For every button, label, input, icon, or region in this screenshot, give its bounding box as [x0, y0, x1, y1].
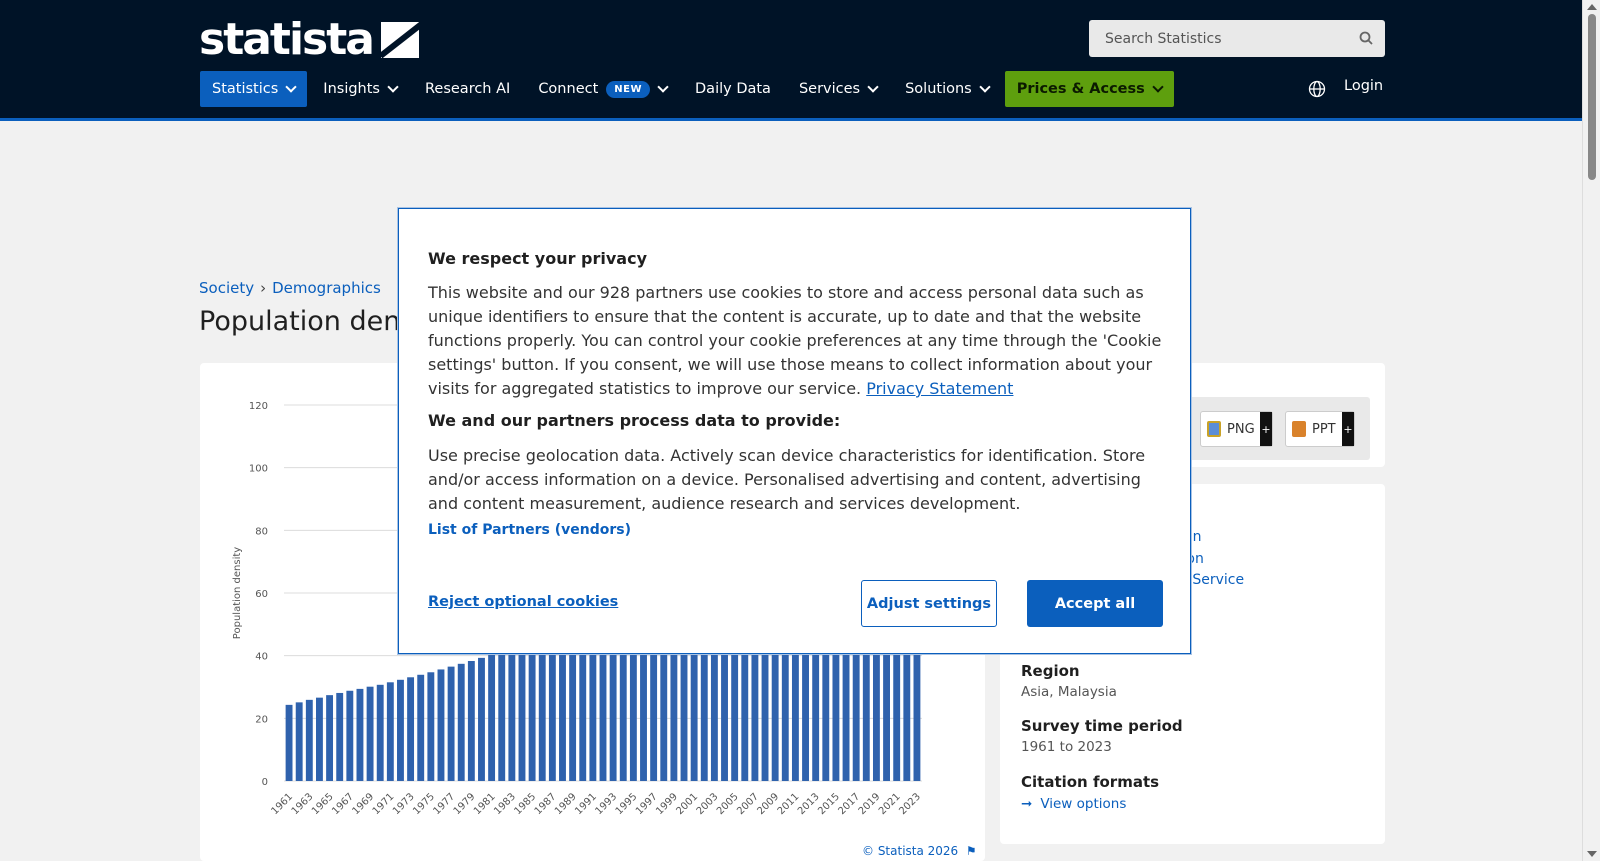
dialog-body-text: This website and our 928 partners use co…: [428, 283, 1162, 398]
privacy-statement-link[interactable]: Privacy Statement: [866, 379, 1013, 398]
dialog-subtitle: We and our partners process data to prov…: [428, 411, 841, 430]
scroll-up-icon[interactable]: [1587, 4, 1597, 10]
cookie-consent-dialog: We respect your privacy This website and…: [398, 208, 1191, 654]
dialog-purposes: Use precise geolocation data. Actively s…: [428, 446, 1146, 513]
adjust-settings-button[interactable]: Adjust settings: [861, 580, 997, 627]
scroll-thumb[interactable]: [1588, 14, 1596, 180]
dialog-title: We respect your privacy: [428, 249, 648, 268]
accept-all-button[interactable]: Accept all: [1027, 580, 1163, 627]
dialog-body: This website and our 928 partners use co…: [428, 281, 1163, 401]
page-scrollbar[interactable]: [1582, 0, 1600, 861]
scroll-down-icon[interactable]: [1587, 851, 1597, 857]
reject-cookies-link[interactable]: Reject optional cookies: [428, 594, 618, 610]
vendors-link[interactable]: List of Partners (vendors): [428, 522, 631, 538]
